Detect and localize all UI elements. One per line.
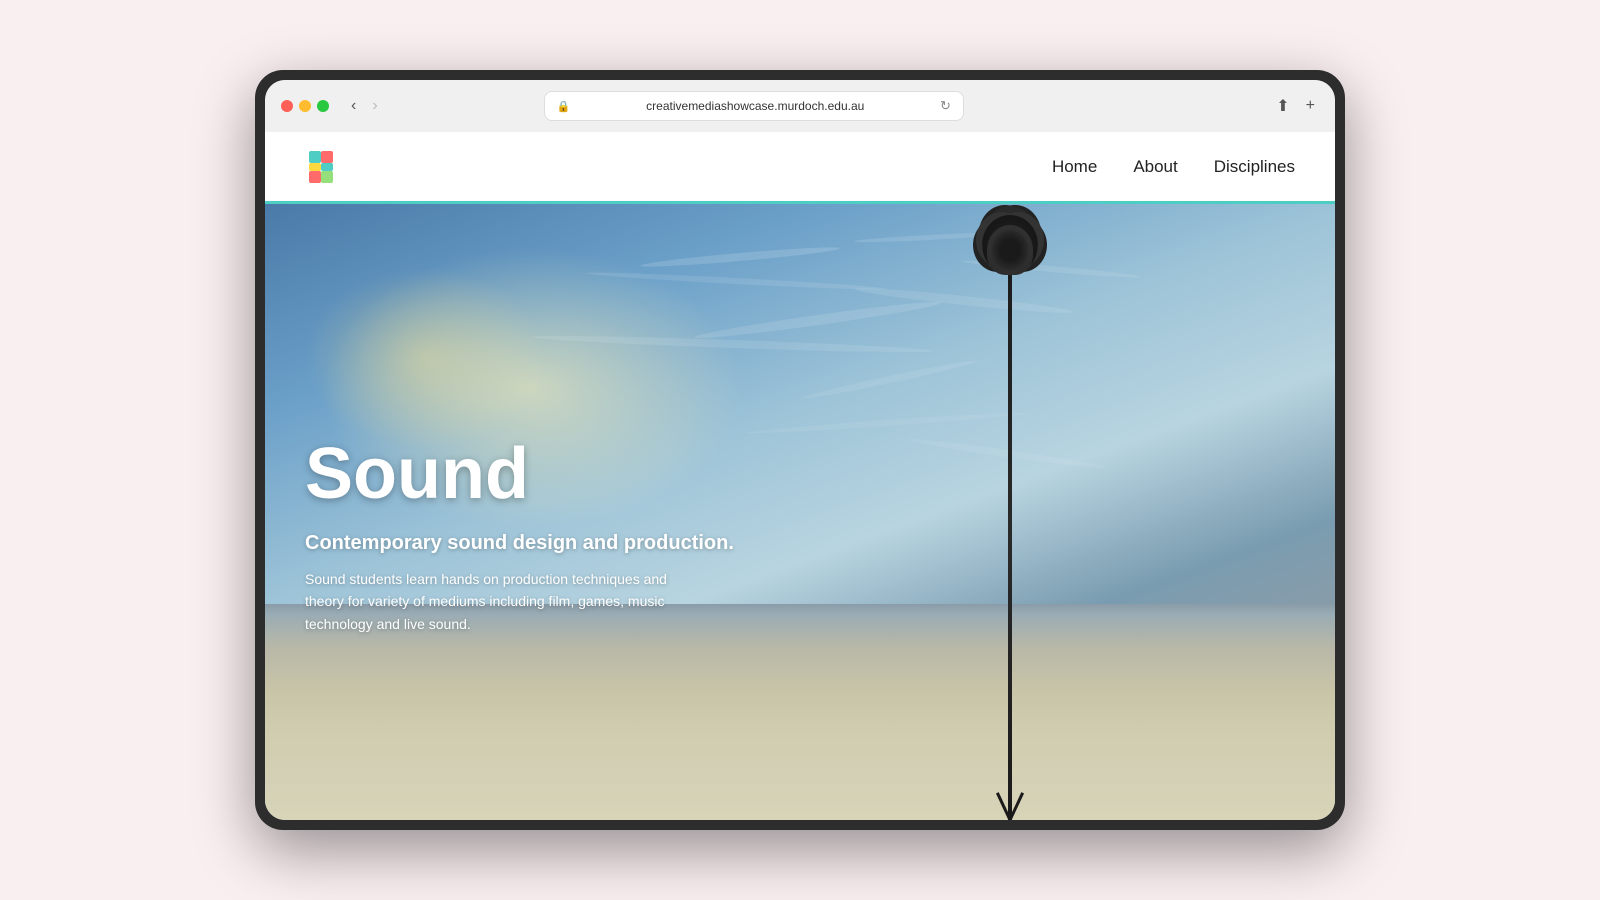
fullscreen-button[interactable] (317, 100, 329, 112)
browser-nav-buttons: ‹ › (345, 94, 384, 118)
stand-leg (1009, 792, 1024, 820)
browser-chrome: ‹ › 🔒 creativemediashowcase.murdoch.edu.… (265, 80, 1335, 132)
cloud-wisp (907, 437, 1106, 472)
minimize-button[interactable] (299, 100, 311, 112)
cloud-wisp (694, 298, 943, 343)
device-frame: ‹ › 🔒 creativemediashowcase.murdoch.edu.… (255, 70, 1345, 830)
hero-description: Sound students learn hands on production… (305, 568, 685, 635)
cloud-wisp (853, 231, 1003, 244)
nav-about[interactable]: About (1133, 157, 1177, 177)
reload-icon[interactable]: ↻ (940, 98, 951, 114)
nav-home[interactable]: Home (1052, 157, 1097, 177)
browser-window: ‹ › 🔒 creativemediashowcase.murdoch.edu.… (265, 80, 1335, 820)
stand-legs (970, 790, 1050, 820)
url-text: creativemediashowcase.murdoch.edu.au (577, 99, 934, 113)
cloud-wisp (747, 410, 1027, 436)
site-menu: Home About Disciplines (1052, 157, 1295, 177)
site-logo[interactable] (305, 149, 337, 185)
hero-text: Sound Contemporary sound design and prod… (305, 438, 747, 635)
hero-title: Sound (305, 438, 747, 510)
cloud-wisp (801, 358, 979, 402)
hero-ground (265, 604, 1335, 820)
back-button[interactable]: ‹ (345, 94, 362, 118)
hero-subtitle: Contemporary sound design and production… (305, 530, 747, 556)
close-button[interactable] (281, 100, 293, 112)
microphone-head (987, 225, 1033, 275)
cloud-wisp (640, 245, 840, 270)
hero-section: Sound Contemporary sound design and prod… (265, 204, 1335, 820)
address-bar[interactable]: 🔒 creativemediashowcase.murdoch.edu.au ↻ (544, 91, 964, 121)
site-nav: Home About Disciplines (265, 132, 1335, 204)
share-button[interactable]: ⬆ (1272, 92, 1293, 120)
cloud-wisp (532, 333, 932, 355)
browser-actions: ⬆ + (1272, 92, 1319, 120)
cloud-wisp (586, 270, 886, 292)
logo-icon (305, 149, 337, 185)
microphone-stand (1008, 235, 1012, 820)
forward-button[interactable]: › (366, 94, 383, 118)
nav-disciplines[interactable]: Disciplines (1214, 157, 1295, 177)
traffic-lights (281, 100, 329, 112)
lock-icon: 🔒 (557, 100, 571, 113)
website-content: Home About Disciplines (265, 132, 1335, 820)
new-tab-button[interactable]: + (1302, 92, 1319, 120)
